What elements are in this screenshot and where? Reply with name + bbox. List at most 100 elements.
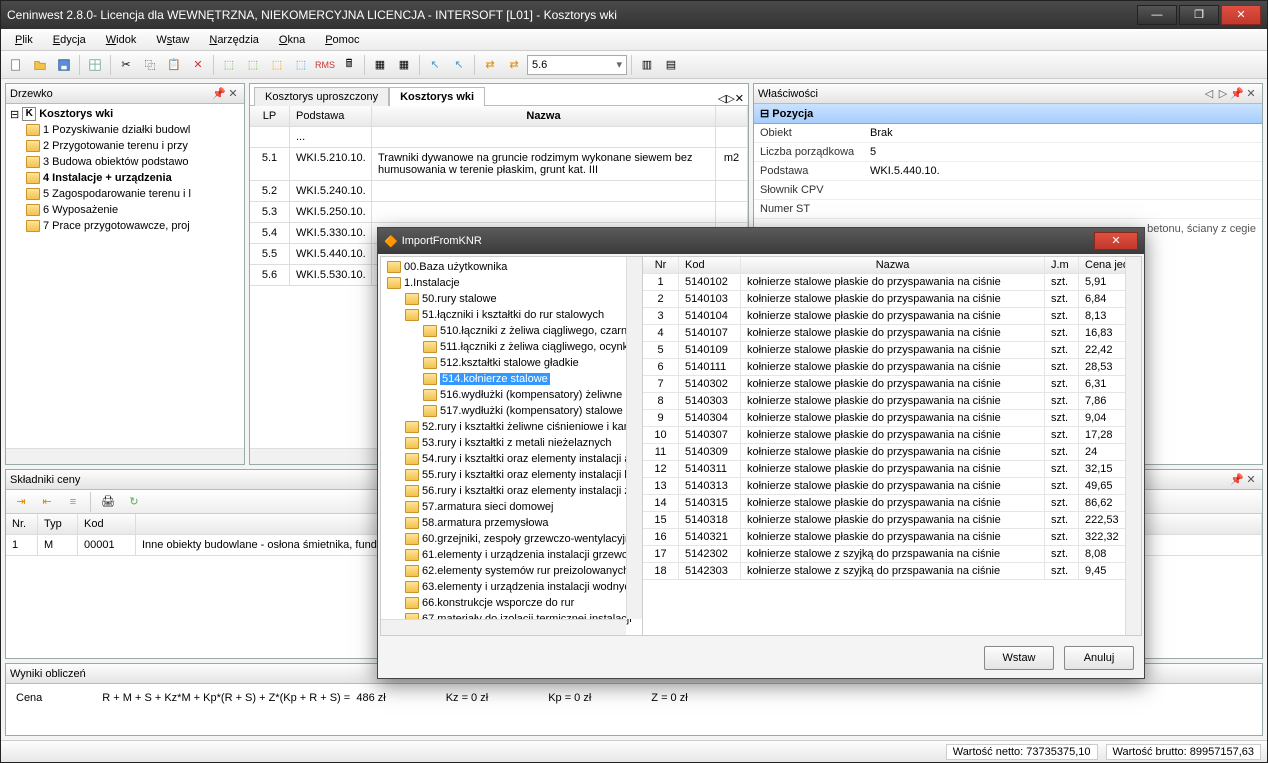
tool-2-icon[interactable]: ⬚ [242, 54, 264, 76]
comp-close-icon[interactable]: ✕ [1244, 473, 1258, 486]
dialog-titlebar[interactable]: 🔶 ImportFromKNR ✕ [378, 228, 1144, 254]
grid1-icon[interactable]: ▦ [369, 54, 391, 76]
tree-item[interactable]: 4 Instalacje + urządzenia [8, 170, 242, 186]
knr-tree-item[interactable]: 63.elementy i urządzenia instalacji wodn… [383, 579, 640, 595]
estimate-row[interactable]: 5.1WKI.5.210.10.Trawniki dywanowe na gru… [250, 148, 748, 181]
knr-row[interactable]: 95140304kołnierze stalowe płaskie do prz… [643, 410, 1141, 427]
knr-tree-item[interactable]: 55.rury i kształtki oraz elementy instal… [383, 467, 640, 483]
cancel-button[interactable]: Anuluj [1064, 646, 1134, 670]
knr-row[interactable]: 145140315kołnierze stalowe płaskie do pr… [643, 495, 1141, 512]
estimate-row[interactable]: ... [250, 127, 748, 148]
knr-row[interactable]: 85140303kołnierze stalowe płaskie do prz… [643, 393, 1141, 410]
tree-item[interactable]: 7 Prace przygotowawcze, proj [8, 218, 242, 234]
tree-item[interactable]: 6 Wyposażenie [8, 202, 242, 218]
tree-h-scrollbar[interactable] [6, 448, 244, 464]
dlg-tree-v-scrollbar[interactable] [626, 257, 642, 619]
print-icon[interactable]: 🖨 [97, 491, 119, 513]
comp-tool3-icon[interactable]: ≡ [62, 491, 84, 513]
tree-item[interactable]: 5 Zagospodarowanie terenu i l [8, 186, 242, 202]
knr-row[interactable]: 55140109kołnierze stalowe płaskie do prz… [643, 342, 1141, 359]
table-icon[interactable] [84, 54, 106, 76]
knr-tree-item[interactable]: 517.wydłużki (kompensatory) stalowe [383, 403, 640, 419]
tree-root[interactable]: ⊟K Kosztorys wki [8, 106, 242, 122]
tree-item[interactable]: 2 Przygotowanie terenu i przy [8, 138, 242, 154]
knr-tree-item[interactable]: 1.Instalacje [383, 275, 640, 291]
comp-tool1-icon[interactable]: ⇥ [10, 491, 32, 513]
knr-tree-item[interactable]: 514.kołnierze stalowe [383, 371, 640, 387]
knr-tree[interactable]: 00.Baza użytkownika1.Instalacje50.rury s… [381, 257, 643, 635]
property-row[interactable]: PodstawaWKI.5.440.10. [754, 162, 1262, 181]
link1-icon[interactable]: ⇄ [479, 54, 501, 76]
tab-next-icon[interactable]: ▷ [726, 92, 734, 105]
knr-row[interactable]: 185142303kołnierze stalowe z szyjką do p… [643, 563, 1141, 580]
menu-edycja[interactable]: Edycja [45, 32, 94, 48]
dialog-close-button[interactable]: ✕ [1094, 232, 1138, 250]
tab-close-icon[interactable]: ✕ [735, 92, 744, 105]
property-row[interactable]: Słownik CPV [754, 181, 1262, 200]
comp-tool2-icon[interactable]: ⇤ [36, 491, 58, 513]
knr-tree-item[interactable]: 510.łączniki z żeliwa ciągliwego, czarne [383, 323, 640, 339]
knr-tree-item[interactable]: 61.elementy i urządzenia instalacji grze… [383, 547, 640, 563]
knr-tree-item[interactable]: 62.elementy systemów rur preizolowanych [383, 563, 640, 579]
knr-tree-item[interactable]: 52.rury i kształtki żeliwne ciśnieniowe … [383, 419, 640, 435]
knr-row[interactable]: 105140307kołnierze stalowe płaskie do pr… [643, 427, 1141, 444]
arrow1-icon[interactable]: ↖ [424, 54, 446, 76]
knr-row[interactable]: 175142302kołnierze stalowe z szyjką do p… [643, 546, 1141, 563]
property-row[interactable]: Numer ST [754, 200, 1262, 219]
knr-tree-item[interactable]: 00.Baza użytkownika [383, 259, 640, 275]
paste-icon[interactable]: 📋 [163, 54, 185, 76]
knr-tree-item[interactable]: 51.łączniki i kształtki do rur stalowych [383, 307, 640, 323]
delete-icon[interactable]: ✕ [187, 54, 209, 76]
arrow2-icon[interactable]: ↖ [448, 54, 470, 76]
property-row[interactable]: Liczba porządkowa5 [754, 143, 1262, 162]
position-combo[interactable]: 5.6 [527, 55, 627, 75]
knr-tree-item[interactable]: 54.rury i kształtki oraz elementy instal… [383, 451, 640, 467]
titlebar[interactable]: Ceninwest 2.8.0- Licencja dla WEWNĘTRZNA… [1, 1, 1267, 29]
knr-tree-item[interactable]: 57.armatura sieci domowej [383, 499, 640, 515]
grid2-icon[interactable]: ▦ [393, 54, 415, 76]
knr-row[interactable]: 155140318kołnierze stalowe płaskie do pr… [643, 512, 1141, 529]
property-row[interactable]: ObiektBrak [754, 124, 1262, 143]
knr-tree-item[interactable]: 511.łączniki z żeliwa ciągliwego, ocynk [383, 339, 640, 355]
dlg-grid-v-scrollbar[interactable] [1125, 257, 1141, 635]
link2-icon[interactable]: ⇄ [503, 54, 525, 76]
calc-icon[interactable]: 🖩 [338, 54, 360, 76]
maximize-button[interactable]: ❐ [1179, 5, 1219, 25]
estimate-row[interactable]: 5.3WKI.5.250.10. [250, 202, 748, 223]
open-icon[interactable] [29, 54, 51, 76]
prop-close-icon[interactable]: ✕ [1244, 87, 1258, 100]
layout2-icon[interactable]: ▤ [660, 54, 682, 76]
tool-3-icon[interactable]: ⬚ [266, 54, 288, 76]
tool-4-icon[interactable]: ⬚ [290, 54, 312, 76]
tab-prev-icon[interactable]: ◁ [718, 92, 726, 105]
menu-wstaw[interactable]: Wstaw [148, 32, 197, 48]
knr-tree-item[interactable]: 53.rury i kształtki z metali nieżelaznyc… [383, 435, 640, 451]
menu-narzedzia[interactable]: Narzędzia [201, 32, 267, 48]
knr-row[interactable]: 15140102kołnierze stalowe płaskie do prz… [643, 274, 1141, 291]
rms-icon[interactable]: RMS [314, 54, 336, 76]
project-tree[interactable]: ⊟K Kosztorys wki 1 Pozyskiwanie działki … [6, 104, 244, 448]
tool-1-icon[interactable]: ⬚ [218, 54, 240, 76]
knr-row[interactable]: 35140104kołnierze stalowe płaskie do prz… [643, 308, 1141, 325]
knr-tree-item[interactable]: 512.kształtki stalowe gładkie [383, 355, 640, 371]
menu-pomoc[interactable]: Pomoc [317, 32, 367, 48]
knr-row[interactable]: 135140313kołnierze stalowe płaskie do pr… [643, 478, 1141, 495]
dlg-tree-h-scrollbar[interactable] [381, 619, 626, 635]
tab-simplified[interactable]: Kosztorys uproszczony [254, 87, 389, 106]
refresh-icon[interactable]: ↻ [123, 491, 145, 513]
menu-okna[interactable]: Okna [271, 32, 313, 48]
tab-wki[interactable]: Kosztorys wki [389, 87, 485, 106]
knr-row[interactable]: 75140302kołnierze stalowe płaskie do prz… [643, 376, 1141, 393]
knr-row[interactable]: 25140103kołnierze stalowe płaskie do prz… [643, 291, 1141, 308]
knr-tree-item[interactable]: 58.armatura przemysłowa [383, 515, 640, 531]
knr-row[interactable]: 45140107kołnierze stalowe płaskie do prz… [643, 325, 1141, 342]
prop-prev-icon[interactable]: ◁ [1202, 87, 1216, 100]
tree-item[interactable]: 1 Pozyskiwanie działki budowl [8, 122, 242, 138]
layout1-icon[interactable]: ▥ [636, 54, 658, 76]
knr-row[interactable]: 65140111kołnierze stalowe płaskie do prz… [643, 359, 1141, 376]
close-button[interactable]: ✕ [1221, 5, 1261, 25]
minimize-button[interactable]: — [1137, 5, 1177, 25]
estimate-row[interactable]: 5.2WKI.5.240.10. [250, 181, 748, 202]
prop-pin-icon[interactable]: 📌 [1230, 87, 1244, 100]
knr-tree-item[interactable]: 60.grzejniki, zespoły grzewczo-wentylacy… [383, 531, 640, 547]
